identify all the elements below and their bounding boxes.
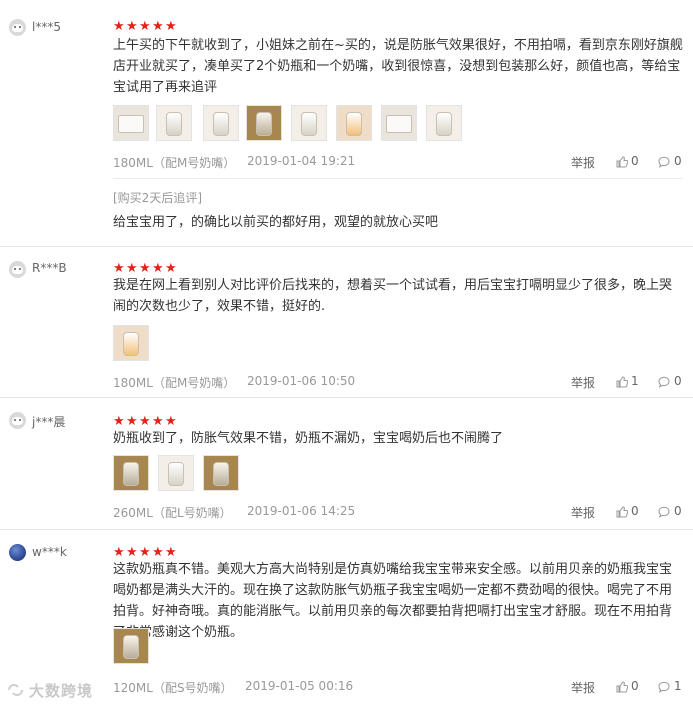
user-name: w***k bbox=[32, 545, 67, 559]
review-content: 这款奶瓶真不错。美观大方高大尚特别是仿真奶嘴给我宝宝带来安全感。以前用贝亲的奶瓶… bbox=[113, 562, 673, 640]
user-avatar bbox=[9, 544, 26, 561]
user-name: j***晨 bbox=[32, 415, 66, 429]
review-photo[interactable] bbox=[113, 628, 149, 664]
report-link[interactable]: 举报 bbox=[571, 679, 595, 696]
review-divider bbox=[0, 397, 693, 398]
review-photo[interactable] bbox=[156, 105, 192, 141]
comment-count: 0 bbox=[674, 374, 682, 388]
review-photo[interactable] bbox=[158, 455, 194, 491]
comment-count: 0 bbox=[674, 504, 682, 518]
star-icon: ★ bbox=[165, 545, 177, 560]
followup-tag: [购买2天后追评] bbox=[113, 191, 202, 205]
star-icon: ★ bbox=[113, 261, 125, 276]
review-date: 2019-01-06 10:50 bbox=[247, 374, 356, 388]
star-icon: ★ bbox=[113, 545, 125, 560]
like-count: 0 bbox=[631, 679, 639, 693]
watermark-text: 大数跨境 bbox=[29, 682, 94, 700]
product-spec: 260ML（配L号奶嘴） bbox=[113, 506, 232, 520]
thumbs-up-icon[interactable] bbox=[616, 681, 628, 693]
product-spec: 120ML（配S号奶嘴） bbox=[113, 681, 233, 695]
report-link[interactable]: 举报 bbox=[571, 154, 595, 171]
star-rating: ★★★★★ bbox=[113, 410, 178, 428]
thumbs-up-icon[interactable] bbox=[616, 376, 628, 388]
comment-icon[interactable] bbox=[658, 156, 670, 168]
comment-count: 1 bbox=[674, 679, 682, 693]
star-icon: ★ bbox=[126, 414, 138, 429]
review-photo[interactable] bbox=[113, 105, 149, 141]
like-count: 1 bbox=[631, 374, 639, 388]
star-icon: ★ bbox=[152, 19, 164, 34]
review-divider bbox=[0, 529, 693, 530]
review-divider bbox=[0, 246, 693, 247]
comment-icon[interactable] bbox=[658, 376, 670, 388]
star-rating: ★★★★★ bbox=[113, 541, 178, 559]
star-icon: ★ bbox=[152, 414, 164, 429]
thumbs-up-icon[interactable] bbox=[616, 506, 628, 518]
star-icon: ★ bbox=[139, 19, 151, 34]
star-icon: ★ bbox=[139, 414, 151, 429]
like-count: 0 bbox=[631, 504, 639, 518]
star-icon: ★ bbox=[126, 261, 138, 276]
like-count: 0 bbox=[631, 154, 639, 168]
star-rating: ★★★★★ bbox=[113, 257, 178, 275]
review-photo[interactable] bbox=[203, 455, 239, 491]
followup-text: 给宝宝用了，的确比以前买的都好用，观望的就放心买吧 bbox=[113, 215, 439, 230]
user-avatar bbox=[9, 19, 26, 36]
comment-icon[interactable] bbox=[658, 506, 670, 518]
review-date: 2019-01-05 00:16 bbox=[245, 679, 354, 693]
thumbs-up-icon[interactable] bbox=[616, 156, 628, 168]
star-icon: ★ bbox=[139, 545, 151, 560]
review-content: 上午买的下午就收到了，小姐妹之前在~买的，说是防胀气效果很好，不用拍嗝，看到京东… bbox=[113, 38, 683, 95]
star-rating: ★★★★★ bbox=[113, 15, 178, 33]
review-content: 我是在网上看到别人对比评价后找来的，想着买一个试试看，用后宝宝打嗝明显少了很多，… bbox=[113, 278, 673, 314]
star-icon: ★ bbox=[126, 19, 138, 34]
review-photo[interactable] bbox=[246, 105, 282, 141]
star-icon: ★ bbox=[165, 19, 177, 34]
watermark-logo-icon bbox=[8, 684, 23, 696]
review-date: 2019-01-04 19:21 bbox=[247, 154, 356, 168]
review-photo[interactable] bbox=[113, 325, 149, 361]
user-name: R***B bbox=[32, 261, 67, 275]
star-icon: ★ bbox=[113, 414, 125, 429]
review-photo[interactable] bbox=[113, 455, 149, 491]
review-photo[interactable] bbox=[426, 105, 462, 141]
comment-icon[interactable] bbox=[658, 681, 670, 693]
star-icon: ★ bbox=[139, 261, 151, 276]
divider bbox=[113, 178, 683, 179]
star-icon: ★ bbox=[165, 261, 177, 276]
user-avatar bbox=[9, 412, 26, 429]
star-icon: ★ bbox=[152, 545, 164, 560]
star-icon: ★ bbox=[165, 414, 177, 429]
review-photo[interactable] bbox=[203, 105, 239, 141]
user-avatar bbox=[9, 261, 26, 278]
report-link[interactable]: 举报 bbox=[571, 374, 595, 391]
report-link[interactable]: 举报 bbox=[571, 504, 595, 521]
comment-count: 0 bbox=[674, 154, 682, 168]
star-icon: ★ bbox=[113, 19, 125, 34]
product-spec: 180ML（配M号奶嘴） bbox=[113, 156, 236, 170]
user-name: l***5 bbox=[32, 20, 61, 34]
review-date: 2019-01-06 14:25 bbox=[247, 504, 356, 518]
review-photo[interactable] bbox=[336, 105, 372, 141]
star-icon: ★ bbox=[126, 545, 138, 560]
review-photo[interactable] bbox=[291, 105, 327, 141]
star-icon: ★ bbox=[152, 261, 164, 276]
review-content: 奶瓶收到了，防胀气效果不错，奶瓶不漏奶，宝宝喝奶后也不闹腾了 bbox=[113, 431, 504, 446]
watermark: 大数跨境 bbox=[6, 680, 93, 701]
review-photo[interactable] bbox=[381, 105, 417, 141]
product-spec: 180ML（配M号奶嘴） bbox=[113, 376, 236, 390]
